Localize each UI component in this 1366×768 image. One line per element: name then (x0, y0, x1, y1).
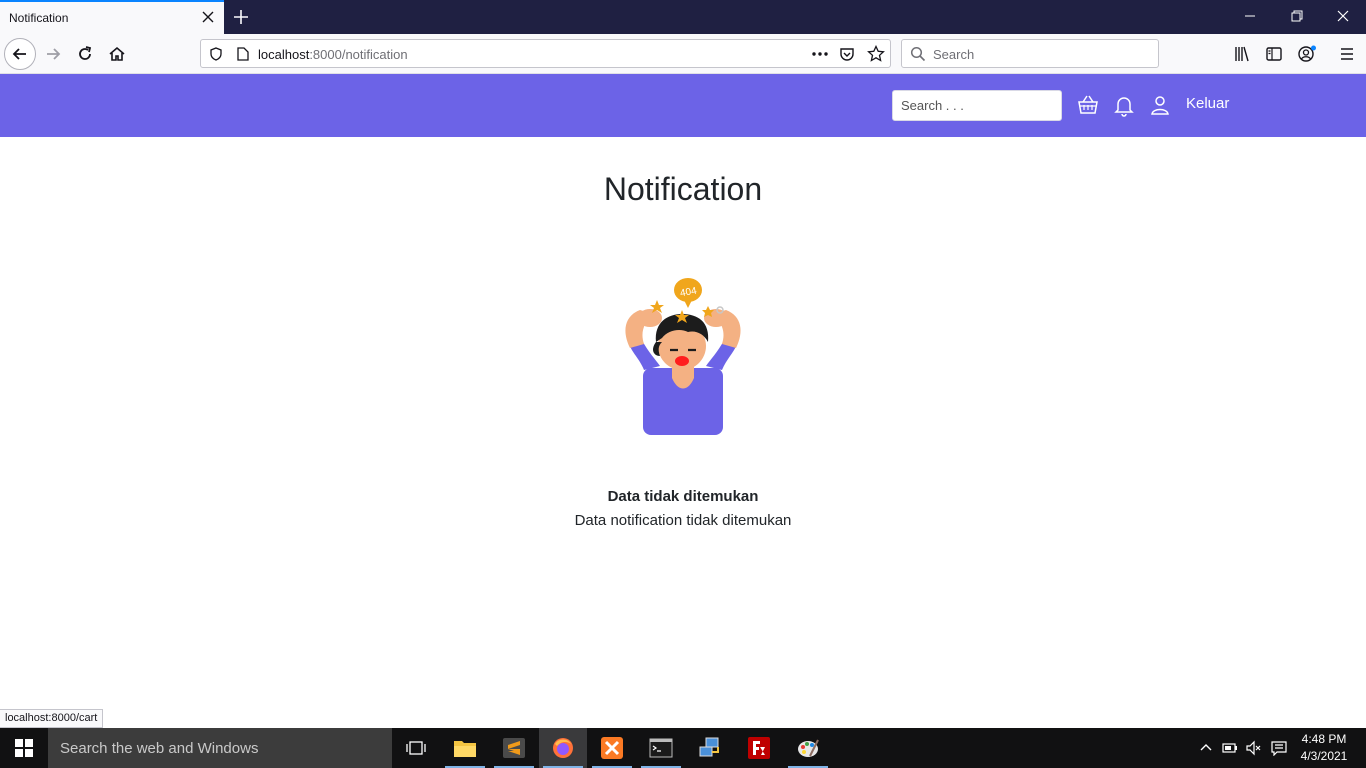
bell-icon[interactable] (1112, 93, 1136, 117)
more-options-icon[interactable] (811, 48, 829, 60)
shield-icon[interactable] (209, 47, 223, 61)
browser-nav-bar: localhost:8000/notification Search (0, 34, 1366, 74)
reload-icon (79, 46, 92, 60)
windows-taskbar: Search the web and Windows 4:48 PM 4/3/2… (0, 728, 1366, 768)
taskbar-xampp[interactable] (588, 728, 636, 768)
page-icon[interactable] (237, 47, 249, 61)
sidebar-icon[interactable] (1265, 45, 1283, 63)
taskbar-search[interactable]: Search the web and Windows (48, 728, 392, 768)
browser-search-bar[interactable]: Search (901, 39, 1159, 68)
speaker-muted-icon[interactable] (1246, 740, 1262, 756)
taskbar-file-explorer[interactable] (441, 728, 489, 768)
empty-state-title: Data tidak ditemukan (607, 488, 759, 505)
hamburger-menu-icon[interactable] (1339, 45, 1355, 63)
paint-palette-icon (798, 739, 819, 757)
close-window-icon[interactable] (1335, 8, 1351, 24)
taskbar-network-app[interactable] (686, 728, 734, 768)
pocket-icon[interactable] (839, 46, 855, 62)
status-url-tooltip: localhost:8000/cart (0, 709, 104, 728)
filezilla-icon (748, 737, 770, 759)
new-tab-icon[interactable] (231, 7, 251, 27)
chevron-up-icon[interactable] (1198, 740, 1214, 756)
taskbar-terminal[interactable] (637, 728, 685, 768)
home-button[interactable] (101, 38, 133, 70)
terminal-icon (649, 738, 673, 758)
task-view-button[interactable] (392, 728, 440, 768)
reload-button[interactable] (69, 38, 101, 70)
folder-icon (454, 741, 476, 757)
tab-title: Notification (9, 11, 69, 25)
browser-tab-active[interactable]: Notification (0, 0, 224, 34)
taskbar-paint[interactable] (784, 728, 832, 768)
forward-button[interactable] (37, 38, 69, 70)
clock-date[interactable]: 4/3/2021 (1296, 749, 1352, 763)
arrow-right-icon (47, 48, 61, 60)
logout-link[interactable]: Keluar (1186, 95, 1229, 112)
empty-state-description: Data notification tidak ditemukan (574, 512, 792, 529)
home-icon (109, 46, 125, 61)
account-icon[interactable] (1297, 45, 1317, 63)
firefox-icon (553, 738, 573, 758)
clock-time[interactable]: 4:48 PM (1296, 732, 1352, 746)
browser-search-placeholder: Search (933, 47, 975, 62)
battery-icon[interactable] (1222, 740, 1238, 756)
browser-tab-strip: Notification (0, 0, 1366, 34)
url-bar[interactable]: localhost:8000/notification (200, 39, 891, 68)
close-tab-icon[interactable] (200, 9, 216, 25)
windows-logo-icon (15, 739, 33, 757)
start-button[interactable] (0, 728, 48, 768)
taskbar-search-placeholder: Search the web and Windows (60, 740, 259, 757)
taskbar-sublime[interactable] (490, 728, 538, 768)
star-icon[interactable] (867, 45, 885, 63)
minimize-icon[interactable] (1242, 8, 1258, 24)
taskbar-filezilla[interactable] (735, 728, 783, 768)
network-computers-icon (699, 737, 719, 757)
app-search-input[interactable] (892, 90, 1062, 121)
url-text: localhost:8000/notification (258, 47, 408, 62)
user-icon[interactable] (1148, 93, 1172, 117)
xampp-icon (601, 737, 623, 759)
action-center-icon[interactable] (1271, 740, 1287, 756)
back-button[interactable] (4, 38, 36, 70)
page-title: Notification (603, 171, 763, 207)
library-icon[interactable] (1233, 45, 1251, 63)
search-icon (910, 46, 926, 62)
restore-icon[interactable] (1289, 8, 1305, 24)
taskbar-firefox[interactable] (539, 728, 587, 768)
not-found-illustration: 404 (625, 278, 741, 435)
sublime-text-icon (503, 738, 525, 758)
task-view-icon (406, 741, 426, 755)
basket-icon[interactable] (1076, 93, 1100, 117)
arrow-left-icon (12, 48, 26, 60)
app-header: Keluar (0, 74, 1366, 137)
